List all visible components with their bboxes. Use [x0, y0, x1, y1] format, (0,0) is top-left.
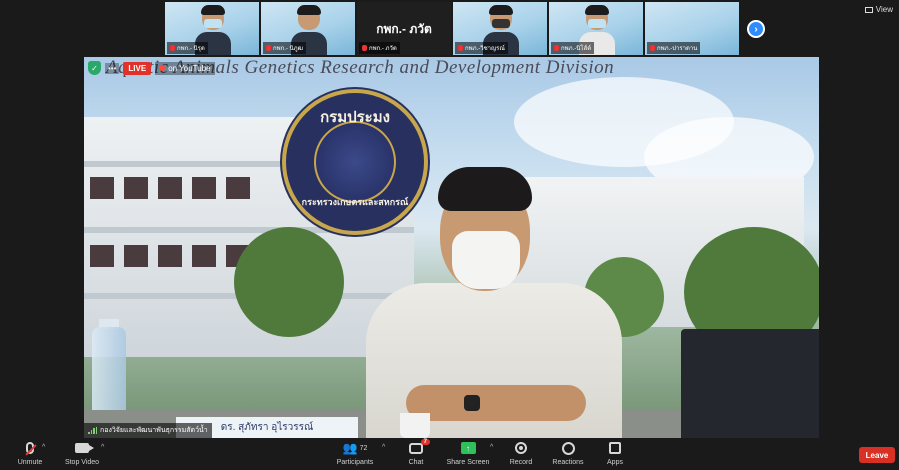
mic-muted-icon — [458, 45, 463, 51]
participant-tile[interactable]: กพก.- ภวัต กพก.- ภวัต — [357, 2, 451, 55]
status-dots: ••• — [105, 62, 120, 74]
next-page-button[interactable]: › — [747, 20, 765, 38]
leave-button[interactable]: Leave — [859, 447, 895, 463]
participant-name-tag: กพภ.-ปาราดาน — [647, 42, 701, 54]
video-options-chevron-up-icon[interactable]: ^ — [101, 444, 104, 451]
wristwatch — [464, 395, 480, 411]
microphone-muted-icon — [26, 442, 34, 454]
mic-muted-icon — [170, 45, 175, 51]
participant-name-tag: กพก.- นิรุต — [167, 42, 208, 54]
record-icon — [515, 442, 527, 454]
face-mask — [452, 231, 520, 289]
participant-name-tag: กพภ.-วิชาญรณ์ — [455, 42, 508, 54]
meeting-toolbar: Unmute ^ Stop Video ^ 👥 72 Participants ^… — [0, 438, 899, 470]
chevron-right-icon: › — [754, 23, 758, 35]
grid-view-icon — [864, 6, 873, 13]
video-overlay-status: ✓ ••• LIVE on YouTube — [88, 61, 215, 75]
smiley-face-icon — [561, 441, 575, 455]
speaker-name-tag: กองวิจัยและพัฒนาพันธุกรรมสัตว์น้ำ — [84, 423, 212, 438]
participants-button[interactable]: 👥 72 Participants — [325, 440, 385, 466]
participants-count: 72 — [359, 444, 368, 452]
chat-bubble-icon: 7 — [409, 438, 430, 454]
apps-button[interactable]: Apps — [585, 440, 645, 466]
chat-button[interactable]: 7 Chat — [386, 438, 446, 466]
youtube-icon — [159, 65, 166, 71]
tree — [234, 227, 344, 337]
coffee-cup — [400, 413, 430, 438]
participant-tile[interactable]: กพภ.-วิชาญรณ์ — [453, 2, 547, 55]
mic-muted-icon — [650, 45, 655, 51]
signal-strength-icon — [88, 427, 97, 434]
speaker-person — [366, 167, 622, 438]
share-screen-label: Share Screen — [446, 459, 490, 466]
participants-options-chevron-up-icon[interactable]: ^ — [382, 444, 385, 451]
unmute-label: Unmute — [17, 459, 43, 466]
participant-tile[interactable]: กพก.- นิรุต — [165, 2, 259, 55]
video-camera-icon — [75, 443, 94, 453]
reactions-label: Reactions — [552, 459, 584, 466]
participant-tile[interactable]: กพภ.-นิโส์ต์ — [549, 2, 643, 55]
youtube-badge: on YouTube — [155, 61, 215, 75]
audio-options-chevron-up-icon[interactable]: ^ — [42, 444, 45, 451]
participant-name-tag: กพก.- นิภูฒ — [263, 42, 307, 54]
participant-tile[interactable]: กพภ.-ปาราดาน — [645, 2, 739, 55]
mic-muted-icon — [266, 45, 271, 51]
participant-name-center: กพก.- ภวัต — [376, 22, 432, 36]
share-screen-arrow-up-icon: ↑ — [460, 442, 476, 454]
participants-icon: 👥 — [342, 441, 358, 455]
chat-label: Chat — [408, 459, 424, 466]
chat-unread-badge: 7 — [420, 438, 430, 445]
participant-strip: กพก.- นิรุต กพก.- นิภูฒ กพก.- ภวัต กพก.-… — [165, 2, 739, 55]
record-label: Record — [509, 459, 533, 466]
apps-label: Apps — [607, 459, 623, 466]
share-screen-button[interactable]: ↑ Share Screen — [438, 440, 498, 466]
unmute-button[interactable]: Unmute — [0, 440, 60, 466]
mic-muted-icon — [554, 45, 559, 51]
participant-tile[interactable]: กพก.- นิภูฒ — [261, 2, 355, 55]
participants-label: Participants — [336, 459, 374, 466]
laptop — [681, 329, 819, 438]
mic-muted-icon — [362, 45, 367, 51]
view-button[interactable]: View — [864, 5, 893, 14]
shield-icon[interactable]: ✓ — [88, 61, 101, 75]
participant-name-tag: กพภ.-นิโส์ต์ — [551, 42, 595, 54]
live-badge[interactable]: LIVE — [123, 61, 152, 75]
stop-video-label: Stop Video — [64, 459, 100, 466]
main-speaker-video[interactable]: Aquatic Animals Genetics Research and De… — [84, 57, 819, 438]
apps-grid-icon — [609, 442, 621, 454]
seal-top-text: กรมประมง — [320, 109, 390, 126]
view-button-label: View — [875, 5, 893, 14]
participant-name-tag: กพก.- ภวัต — [359, 42, 400, 54]
